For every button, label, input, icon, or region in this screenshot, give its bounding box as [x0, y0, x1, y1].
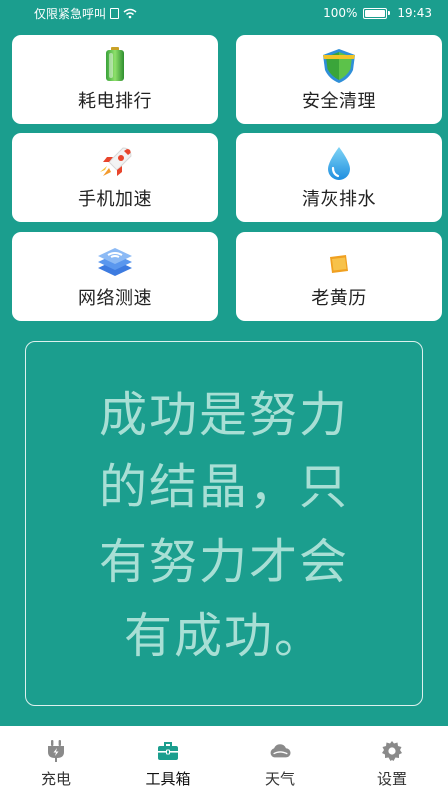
quote-line: 成功是努力 [98, 387, 349, 443]
sim-card-icon [110, 7, 120, 19]
tool-network-speed[interactable]: 网络测速 [12, 232, 218, 321]
battery-status-icon [363, 7, 391, 19]
cloud-icon [269, 740, 291, 762]
shield-icon [320, 48, 358, 84]
nav-label: 设置 [376, 770, 407, 788]
nav-charge[interactable]: 充电 [0, 726, 112, 798]
nav-label: 天气 [264, 770, 295, 788]
quote-line: 有成功。 [123, 608, 324, 664]
tile-label: 耗电排行 [78, 91, 152, 112]
nav-settings[interactable]: 设置 [336, 726, 448, 798]
network-layers-icon [96, 246, 134, 278]
battery-percent: 100% [323, 6, 358, 20]
nav-label: 工具箱 [145, 770, 191, 788]
quote-line: 的结晶，只 [98, 459, 349, 515]
water-drop-icon [326, 146, 352, 182]
nav-weather[interactable]: 天气 [224, 726, 336, 798]
status-right: 100% 19:43 [323, 6, 432, 20]
status-left: 仅限紧急呼叫 [34, 5, 137, 22]
tile-label: 网络测速 [78, 288, 152, 309]
tool-phone-boost[interactable]: 手机加速 [12, 133, 218, 222]
status-bar: 仅限紧急呼叫 100% 19:43 [0, 0, 448, 26]
tool-power-ranking[interactable]: 耗电排行 [12, 35, 218, 124]
tool-security-clean[interactable]: 安全清理 [236, 35, 442, 124]
tile-label: 安全清理 [302, 91, 376, 112]
charge-plug-icon [45, 740, 67, 762]
tile-label: 老黄历 [311, 288, 367, 309]
motivational-quote-box: 成功是努力 的结晶，只 有努力才会 有成功。 [25, 341, 423, 706]
tool-almanac[interactable]: 老黄历 [236, 232, 442, 321]
quote-line: 有努力才会 [98, 534, 349, 590]
battery-icon [104, 47, 126, 81]
clock-time: 19:43 [397, 6, 432, 20]
tile-label: 清灰排水 [302, 189, 376, 210]
rocket-icon [97, 146, 133, 180]
nav-label: 充电 [40, 770, 71, 788]
nav-toolbox[interactable]: 工具箱 [112, 726, 224, 798]
carrier-text: 仅限紧急呼叫 [34, 6, 107, 21]
almanac-note-icon [327, 254, 351, 274]
toolbox-icon [157, 740, 179, 762]
tool-dust-water-removal[interactable]: 清灰排水 [236, 133, 442, 222]
gear-icon [381, 740, 403, 762]
tile-label: 手机加速 [78, 189, 152, 210]
wifi-icon [123, 8, 137, 18]
bottom-nav: 充电 工具箱 天气 设置 [0, 726, 448, 798]
